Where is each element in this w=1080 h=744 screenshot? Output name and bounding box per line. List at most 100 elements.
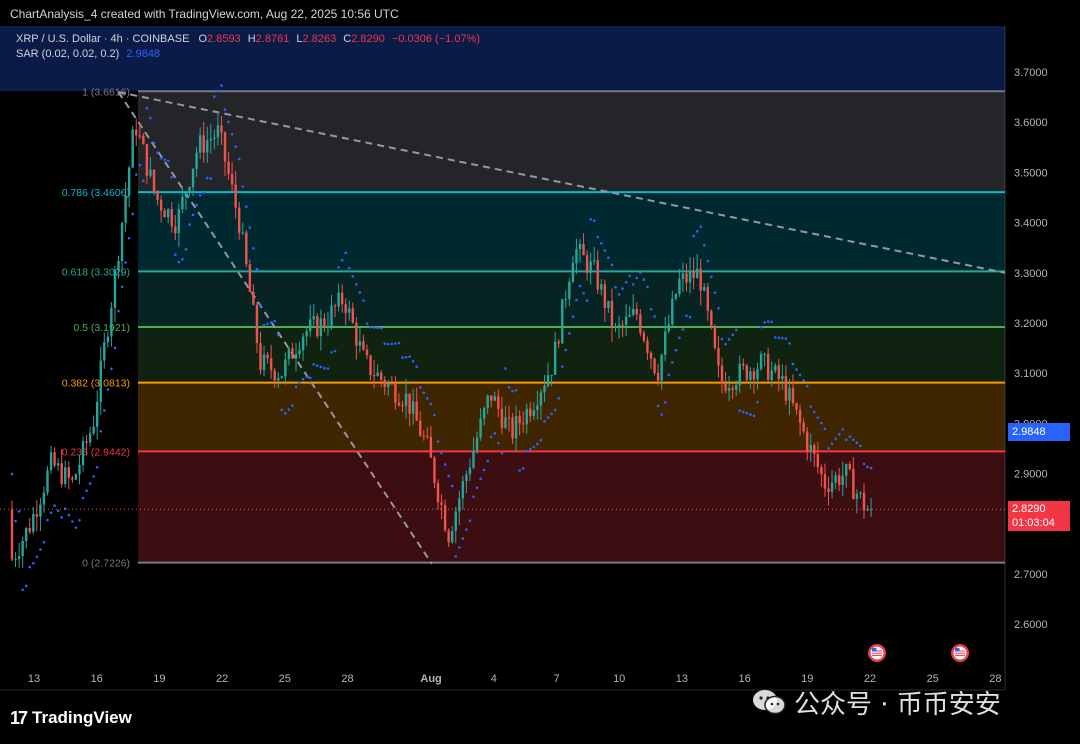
candle-body (653, 358, 656, 373)
candle-body (664, 331, 667, 355)
candle-body (451, 530, 454, 543)
candle[interactable] (653, 357, 656, 376)
sar-dot (646, 285, 649, 289)
candle[interactable] (561, 299, 564, 344)
candle-body (177, 209, 181, 234)
candle-body (426, 436, 429, 438)
sar-dot (763, 321, 766, 324)
sar-dot (756, 400, 759, 404)
candle[interactable] (46, 466, 49, 496)
candle-body (149, 169, 152, 176)
candle-body (227, 161, 230, 175)
candle[interactable] (248, 259, 252, 293)
sar-dot (74, 526, 78, 529)
sar-dot (685, 314, 688, 318)
sar-dot (56, 509, 60, 513)
candle-body (252, 291, 255, 305)
price-tick-label: 3.6000 (1014, 117, 1048, 129)
price-scale[interactable] (1005, 26, 1080, 744)
candle[interactable] (131, 125, 134, 168)
candle[interactable] (245, 229, 248, 268)
event-icon-canton (955, 648, 960, 652)
sar-dot (770, 320, 773, 324)
candle-body (436, 483, 440, 503)
sar-dot (298, 381, 301, 385)
candle-body (635, 308, 638, 315)
sar-dot (379, 326, 383, 330)
sar-dot (99, 430, 103, 433)
economic-event-icon[interactable] (951, 644, 969, 662)
time-tick-label: 4 (491, 673, 497, 685)
candle-body (550, 374, 553, 376)
candle-body (184, 192, 188, 197)
sar-dot (859, 444, 862, 448)
candle-body (717, 347, 720, 366)
sar-dot (539, 438, 543, 442)
candle-body (777, 365, 780, 380)
candle-body (482, 408, 486, 419)
sar-dot (791, 362, 795, 366)
legend-low: 2.8263 (302, 33, 337, 45)
candle-body (188, 187, 191, 193)
sar-dot (649, 307, 653, 311)
candle-body (511, 417, 514, 439)
sar-dot (450, 484, 454, 488)
time-tick-label: 10 (613, 673, 625, 685)
sar-dot (667, 373, 671, 377)
candle-body (784, 376, 788, 401)
candle[interactable] (745, 363, 749, 383)
tradingview-logo[interactable]: 17 TradingView (10, 706, 132, 730)
sar-dot (798, 373, 802, 377)
candle[interactable] (10, 500, 14, 562)
candle-body (848, 463, 851, 469)
candle-body (578, 243, 582, 250)
sar-dot (284, 412, 287, 415)
event-icon-canton (872, 648, 877, 652)
wechat-icon (752, 688, 786, 716)
candle-body (809, 445, 812, 451)
candle-body (593, 260, 596, 262)
candle-body (582, 243, 585, 256)
sar-dot (365, 322, 369, 325)
sar-dot (110, 367, 113, 371)
sar-dot (24, 584, 28, 588)
candle-body (316, 316, 319, 337)
sar-dot (209, 177, 213, 180)
fib-zone (138, 192, 1005, 272)
candle-body (241, 232, 244, 234)
sar-dot (237, 157, 241, 161)
sar-dot (639, 271, 642, 274)
sar-dot (454, 555, 458, 558)
fib-zone (138, 382, 1005, 452)
time-tick-label: 19 (153, 673, 165, 685)
sar-dot (220, 84, 223, 87)
candle-body (614, 326, 617, 328)
candle[interactable] (713, 324, 717, 350)
sar-dot (592, 219, 596, 222)
sar-dot (280, 408, 284, 412)
candle-body (735, 385, 738, 390)
legend-indicator[interactable]: SAR (0.02, 0.02, 0.2) (16, 48, 119, 60)
sar-dot (223, 108, 227, 111)
sar-dot (727, 338, 731, 341)
sar-dot (777, 336, 781, 340)
sar-dot (170, 175, 174, 179)
sar-dot (326, 367, 330, 370)
sar-dot (166, 159, 170, 163)
candle-body (514, 416, 518, 439)
sar-dot (245, 205, 248, 208)
economic-event-icon[interactable] (868, 644, 886, 662)
legend-symbol[interactable]: XRP / U.S. Dollar · 4h · COINBASE (16, 33, 189, 45)
sar-dot (113, 346, 117, 350)
sar-dot (589, 218, 592, 221)
sar-dot (600, 241, 603, 245)
candle[interactable] (316, 313, 319, 339)
sar-dot (10, 472, 14, 476)
sar-dot (344, 251, 348, 255)
candle-body (468, 467, 472, 475)
sar-dot (706, 259, 710, 263)
price-chart[interactable]: 1 (3.6616)0.786 (3.4606)0.618 (3.3029)0.… (0, 0, 1080, 744)
candle-body (788, 388, 791, 401)
watermark-text: 公众号 · 币币安安 (794, 689, 1001, 720)
candle-body (319, 318, 323, 337)
